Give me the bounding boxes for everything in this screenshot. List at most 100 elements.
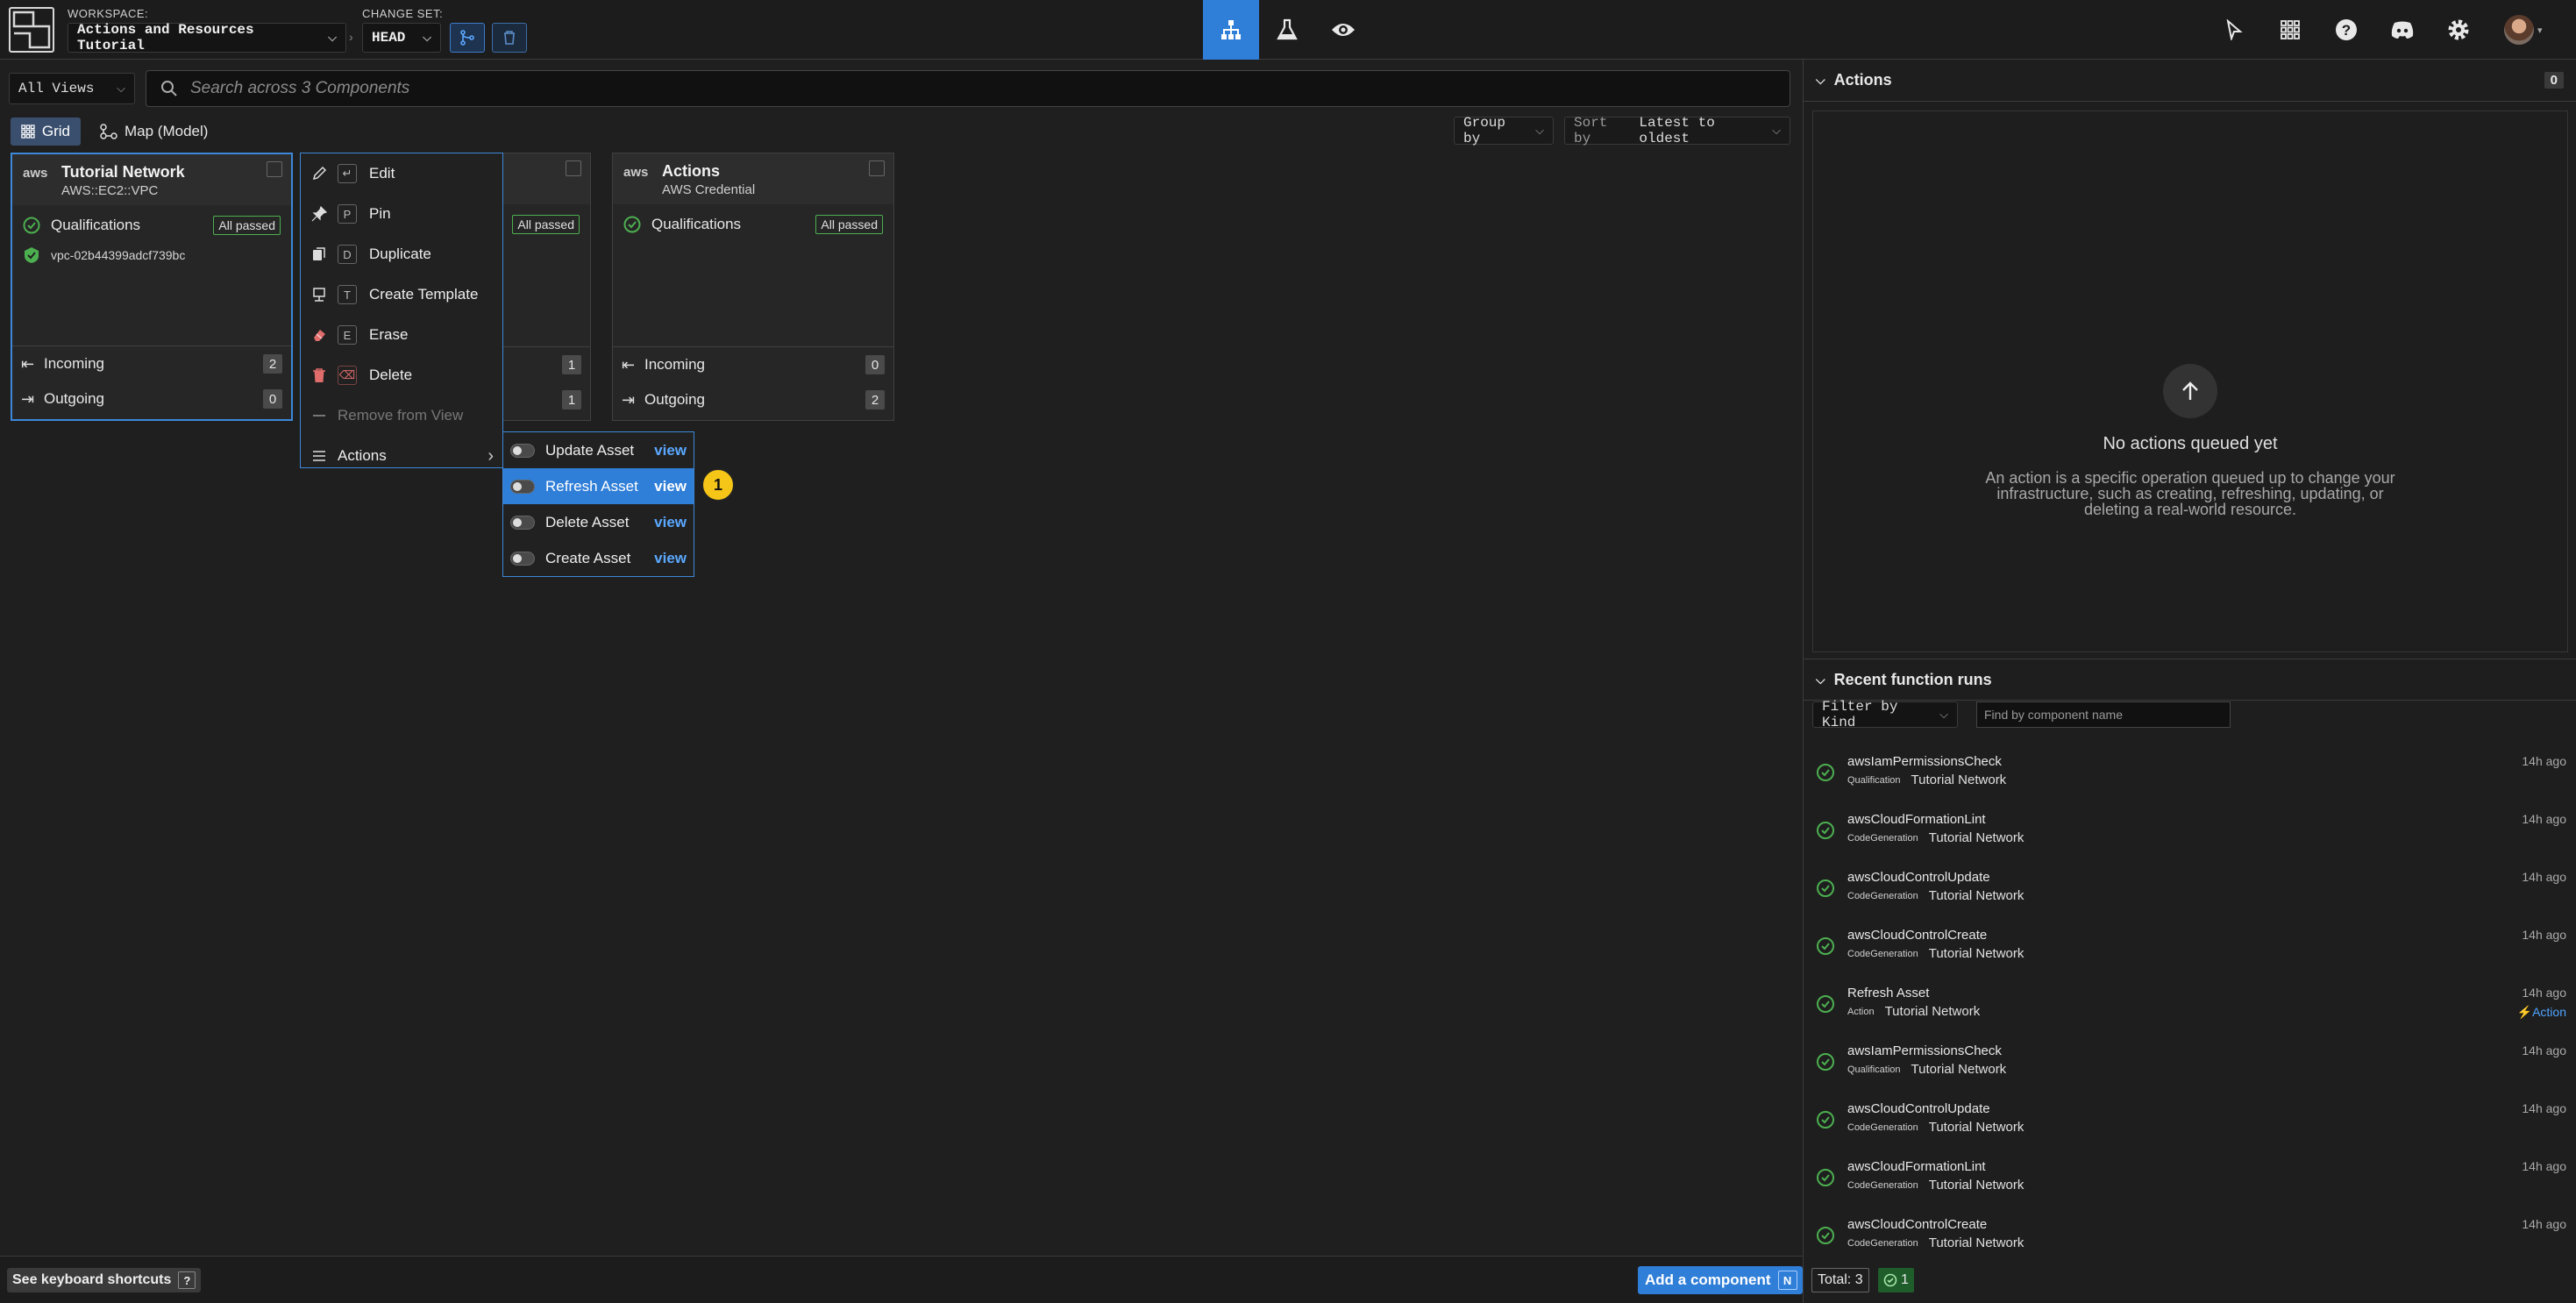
chevron-down-icon: ▾	[2537, 25, 2543, 36]
filter-kind-value: Filter by Kind	[1822, 699, 1898, 730]
search-input[interactable]	[190, 79, 1681, 98]
avatar[interactable]: ▾	[2504, 14, 2544, 46]
aws-logo-icon: aws	[623, 165, 649, 180]
function-run-row[interactable]: awsCloudFormationLint CodeGeneration Tuto…	[1804, 1150, 2576, 1208]
check-circle-icon	[23, 217, 40, 234]
duplicate-icon	[310, 245, 329, 264]
check-circle-icon	[1817, 937, 1834, 955]
component-card-actions[interactable]: aws Actions AWS Credential Qualification…	[612, 153, 894, 421]
run-time: 14h ago	[2522, 812, 2566, 826]
grid-apps-icon[interactable]	[2274, 14, 2306, 46]
incoming-row[interactable]: ⇤ Incoming 0	[613, 347, 893, 382]
sort-by-value: Latest to oldest	[1639, 115, 1715, 146]
abandon-changeset-button[interactable]	[492, 23, 527, 53]
qualifications-row[interactable]: Qualifications All passed	[12, 205, 291, 237]
incoming-label: Incoming	[44, 355, 104, 372]
sort-by-select[interactable]: Sort by Latest to oldest ⌵	[1564, 115, 1790, 146]
group-by-select[interactable]: Group by ⌵	[1454, 115, 1554, 146]
add-component-button[interactable]: Add a component N	[1638, 1266, 1803, 1294]
menu-item-pin[interactable]: P Pin	[301, 194, 502, 234]
add-component-label: Add a component	[1645, 1271, 1771, 1288]
component-card-tutorial-network[interactable]: aws Tutorial Network AWS::EC2::VPC Quali…	[11, 153, 293, 421]
card-select-checkbox[interactable]	[566, 160, 581, 176]
menu-item-erase[interactable]: E Erase	[301, 315, 502, 355]
discord-icon[interactable]	[2387, 14, 2418, 46]
nav-view[interactable]	[1315, 0, 1371, 60]
function-run-row[interactable]: awsCloudFormationLint CodeGeneration Tuto…	[1804, 803, 2576, 861]
gear-icon[interactable]	[2443, 14, 2474, 46]
grid-view-button[interactable]: Grid	[11, 117, 81, 146]
run-name: awsCloudFormationLint	[1847, 812, 1986, 827]
run-name: awsCloudControlCreate	[1847, 1217, 1988, 1232]
action-view-link[interactable]: view	[654, 478, 687, 495]
action-item-refresh-asset[interactable]: Refresh Asset view	[503, 468, 694, 504]
outgoing-row[interactable]: ⇥ Outgoing 0	[12, 381, 291, 417]
outgoing-label: Outgoing	[44, 390, 104, 407]
menu-item-delete[interactable]: ⌫ Delete	[301, 355, 502, 395]
search-icon	[161, 81, 177, 96]
pin-icon	[310, 204, 329, 224]
menu-item-duplicate[interactable]: D Duplicate	[301, 234, 502, 274]
views-select[interactable]: All Views ⌵	[9, 73, 135, 104]
actions-panel-header[interactable]: ⌵ Actions 0	[1804, 60, 2576, 102]
changeset-select[interactable]: HEAD ⌵	[362, 23, 441, 53]
run-name: awsCloudControlUpdate	[1847, 870, 1990, 885]
function-run-row[interactable]: awsCloudControlUpdate CodeGeneration Tuto…	[1804, 1093, 2576, 1150]
run-time: 14h ago	[2522, 928, 2566, 942]
cursor-icon[interactable]	[2218, 14, 2250, 46]
card-footer: ⇤ Incoming 2 ⇥ Outgoing 0	[12, 345, 291, 419]
find-component-input[interactable]	[1976, 701, 2231, 728]
outgoing-count: 1	[562, 390, 581, 409]
outgoing-row[interactable]: ⇥ Outgoing 2	[613, 382, 893, 417]
function-run-row[interactable]: awsIamPermissionsCheck Qualification Tuto…	[1804, 745, 2576, 803]
app-logo[interactable]	[9, 7, 54, 53]
function-run-row[interactable]: awsCloudControlCreate CodeGeneration Tuto…	[1804, 919, 2576, 977]
map-view-button[interactable]: Map (Model)	[89, 117, 221, 146]
check-circle-icon	[1817, 1227, 1834, 1244]
run-name: awsIamPermissionsCheck	[1847, 1043, 2002, 1058]
menu-item-actions[interactable]: Actions ›	[301, 436, 502, 476]
search-bar[interactable]	[146, 70, 1790, 107]
nav-modeling[interactable]	[1203, 0, 1259, 60]
incoming-row[interactable]: ⇤ Incoming 2	[12, 346, 291, 381]
function-run-row[interactable]: awsIamPermissionsCheck Qualification Tuto…	[1804, 1035, 2576, 1093]
status-badge: All passed	[512, 215, 580, 234]
eye-icon	[1332, 24, 1355, 36]
git-merge-icon	[460, 30, 474, 46]
merge-changeset-button[interactable]	[450, 23, 485, 53]
menu-item-edit[interactable]: ↵ Edit	[301, 153, 502, 194]
resource-row[interactable]: vpc-02b44399adcf739bc	[12, 237, 291, 268]
action-view-link[interactable]: view	[654, 514, 687, 531]
action-view-link[interactable]: view	[654, 442, 687, 459]
run-time: 14h ago	[2522, 1043, 2566, 1057]
workspace-select[interactable]: Actions and Resources Tutorial ⌵	[68, 22, 346, 53]
qualifications-row[interactable]: Qualifications All passed	[613, 204, 893, 236]
action-toggle[interactable]	[510, 479, 535, 494]
action-view-link[interactable]: view	[654, 550, 687, 567]
menu-item-create-template[interactable]: T Create Template	[301, 274, 502, 315]
runs-panel-header[interactable]: ⌵ Recent function runs	[1804, 659, 2576, 701]
menu-item-remove-from-view: Remove from View	[301, 395, 502, 436]
top-bar: WORKSPACE: Actions and Resources Tutoria…	[0, 0, 2576, 60]
action-toggle[interactable]	[510, 443, 535, 458]
card-select-checkbox[interactable]	[869, 160, 885, 176]
help-icon[interactable]: ?	[2330, 14, 2362, 46]
action-toggle[interactable]	[510, 515, 535, 530]
filter-kind-select[interactable]: Filter by Kind ⌵	[1812, 699, 1958, 730]
arrow-in-icon: ⇤	[622, 355, 636, 374]
action-item-update-asset[interactable]: Update Asset view	[503, 432, 694, 468]
grid-view-label: Grid	[41, 123, 70, 139]
ok-status-badge[interactable]: 1	[1878, 1268, 1914, 1292]
function-run-row[interactable]: Refresh Asset Action Tutorial Network 14h…	[1804, 977, 2576, 1035]
nav-customize[interactable]	[1259, 0, 1315, 60]
action-item-delete-asset[interactable]: Delete Asset view	[503, 504, 694, 540]
card-select-checkbox[interactable]	[267, 161, 282, 177]
function-run-row[interactable]: awsCloudControlUpdate CodeGeneration Tuto…	[1804, 861, 2576, 919]
svg-text:?: ?	[2342, 22, 2351, 39]
function-run-row[interactable]: awsCloudControlCreate CodeGeneration Tuto…	[1804, 1208, 2576, 1266]
action-item-create-asset[interactable]: Create Asset view	[503, 540, 694, 576]
action-toggle[interactable]	[510, 551, 535, 566]
keyboard-shortcuts-button[interactable]: See keyboard shortcuts ?	[7, 1268, 202, 1292]
card-header: aws Actions AWS Credential	[613, 153, 893, 204]
check-circle-icon	[1817, 764, 1834, 781]
